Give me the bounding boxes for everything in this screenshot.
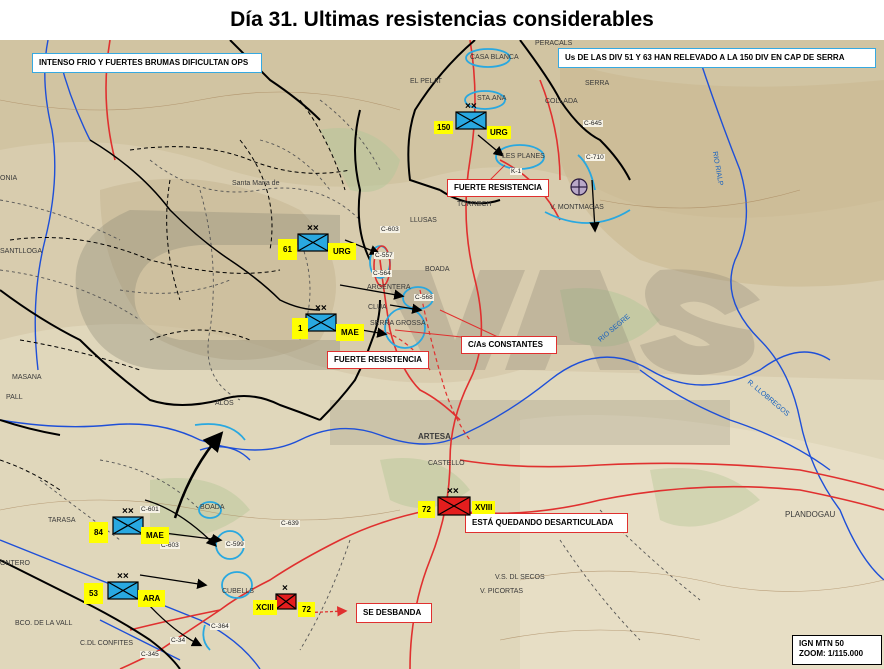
road-c710: C-710	[585, 154, 605, 161]
svg-text:××: ××	[122, 506, 134, 517]
place-torrech: TORRECH	[457, 201, 492, 208]
place-nonia: ONIA	[0, 175, 18, 182]
unit-xciii[interactable]: ×	[275, 582, 297, 610]
place-peracalls: PERACALS	[535, 40, 573, 47]
road-c557: C-557	[374, 252, 394, 259]
unit-150-number: 150	[434, 121, 454, 134]
infantry-division-symbol-icon: ××	[437, 486, 471, 516]
map-canvas[interactable]: PERACALS CASA BLANCA EL PELAT STA.ANA CO…	[0, 40, 884, 669]
infantry-division-symbol-icon: ××	[112, 506, 144, 535]
unit-61-tag: URG	[328, 243, 356, 260]
unit-xciii-number: XCIII	[253, 600, 277, 615]
place-les-planes: LES PLANES	[502, 153, 545, 160]
svg-text:××: ××	[465, 101, 477, 112]
crosshair-circle-icon	[570, 178, 588, 196]
unit-72-number: 72	[418, 501, 435, 518]
unit-1-tag: MAE	[336, 324, 364, 341]
place-confites: C.DL CONFITES	[80, 640, 134, 647]
unit-xciii-tag: 72	[298, 602, 315, 617]
scale-line-2: ZOOM: 1/115.000	[799, 649, 864, 658]
place-tarasa: TARASA	[48, 517, 76, 524]
svg-text:××: ××	[447, 486, 459, 497]
unit-61-number: 61	[278, 239, 297, 260]
unit-1[interactable]: ××	[305, 302, 337, 332]
unit-150[interactable]: ××	[455, 100, 487, 130]
road-c645: C-645	[583, 120, 603, 127]
disarticulating-note: ESTÁ QUEDANDO DESARTICULADA	[465, 513, 628, 533]
place-santa-maria: Santa Maria de	[232, 180, 280, 187]
place-plandogau: PLANDOGAU	[785, 510, 836, 519]
unit-53[interactable]: ××	[107, 570, 139, 600]
road-c364: C-364	[210, 623, 230, 630]
road-c568: C-568	[414, 294, 434, 301]
road-c599: C-599	[225, 541, 245, 548]
place-santllogar: SANTLLOGA	[0, 248, 43, 255]
infantry-division-symbol-icon: ××	[107, 571, 139, 600]
unit-84-number: 84	[89, 522, 108, 543]
place-ontero: ONTERO	[0, 560, 30, 567]
place-boada-2: BOADA	[200, 504, 225, 511]
resistance-center-note: FUERTE RESISTENCIA	[327, 351, 429, 369]
place-collada: COLLADA	[545, 98, 578, 105]
place-vall: BCO. DE LA VALL	[15, 620, 73, 627]
disbanding-note: SE DESBANDA	[356, 603, 432, 623]
scale-box: IGN MTN 50 ZOOM: 1/115.000	[792, 635, 882, 665]
road-c344: C-34	[170, 637, 187, 644]
svg-text:×: ×	[282, 583, 288, 594]
relief-note: Us DE LAS DIV 51 Y 63 HAN RELEVADO A LA …	[558, 48, 876, 68]
place-pall: PALL	[6, 394, 23, 401]
road-c564: C-564	[372, 270, 392, 277]
unit-72-tag: XVIII	[472, 501, 496, 514]
place-artesa: ARTESA	[418, 432, 451, 441]
map-title: Día 31. Ultimas resistencias considerabl…	[230, 8, 654, 31]
road-c345: C-345	[140, 651, 160, 658]
unit-61[interactable]: ××	[297, 222, 329, 252]
unit-1-number: 1	[292, 318, 309, 339]
svg-text:××: ××	[307, 223, 319, 234]
unit-53-tag: ARA	[138, 590, 166, 607]
svg-text:××: ××	[315, 303, 327, 314]
place-cubells: CUBELLS	[222, 588, 254, 595]
road-k1: K-1	[510, 168, 523, 175]
road-c603: C-603	[380, 226, 400, 233]
infantry-division-symbol-icon: ××	[455, 101, 487, 130]
place-serra: SERRA	[585, 80, 610, 87]
unit-84[interactable]: ××	[112, 505, 144, 535]
unit-72-republican[interactable]: ××	[437, 484, 471, 516]
scale-line-1: IGN MTN 50	[799, 639, 844, 648]
unit-53-number: 53	[84, 583, 103, 604]
place-castello: CASTELLO	[428, 460, 465, 467]
unit-150-tag: URG	[487, 126, 511, 139]
road-c639: C-639	[280, 520, 300, 527]
place-alos: ALOS	[215, 400, 234, 407]
weather-note: INTENSO FRIO Y FUERTES BRUMAS DIFICULTAN…	[32, 53, 262, 73]
infantry-division-symbol-icon: ××	[305, 303, 337, 332]
place-del-secos: V.S. DL SECOS	[495, 574, 545, 581]
place-casa-blanca: CASA BLANCA	[470, 54, 519, 61]
place-montmagas: V. MONTMAGAS	[550, 204, 604, 211]
infantry-division-symbol-icon: ××	[297, 223, 329, 252]
svg-text:××: ××	[117, 571, 129, 582]
place-clua: CLUA	[368, 304, 387, 311]
place-picortas: V. PICORTAS	[480, 588, 524, 595]
place-el-pelat: EL PELAT	[410, 78, 442, 85]
counterattacks-note: C/As CONSTANTES	[461, 336, 557, 354]
unit-84-tag: MAE	[141, 527, 169, 544]
resistance-north-note: FUERTE RESISTENCIA	[447, 179, 549, 197]
place-llusas: LLUSAS	[410, 217, 437, 224]
place-boada: BOADA	[425, 266, 450, 273]
place-masana: MASANA	[12, 374, 42, 381]
place-argentera: ARGENTERA	[367, 284, 411, 291]
place-serra-grossa: SERRA GROSSA	[370, 320, 426, 327]
infantry-brigade-symbol-icon: ×	[275, 583, 297, 610]
